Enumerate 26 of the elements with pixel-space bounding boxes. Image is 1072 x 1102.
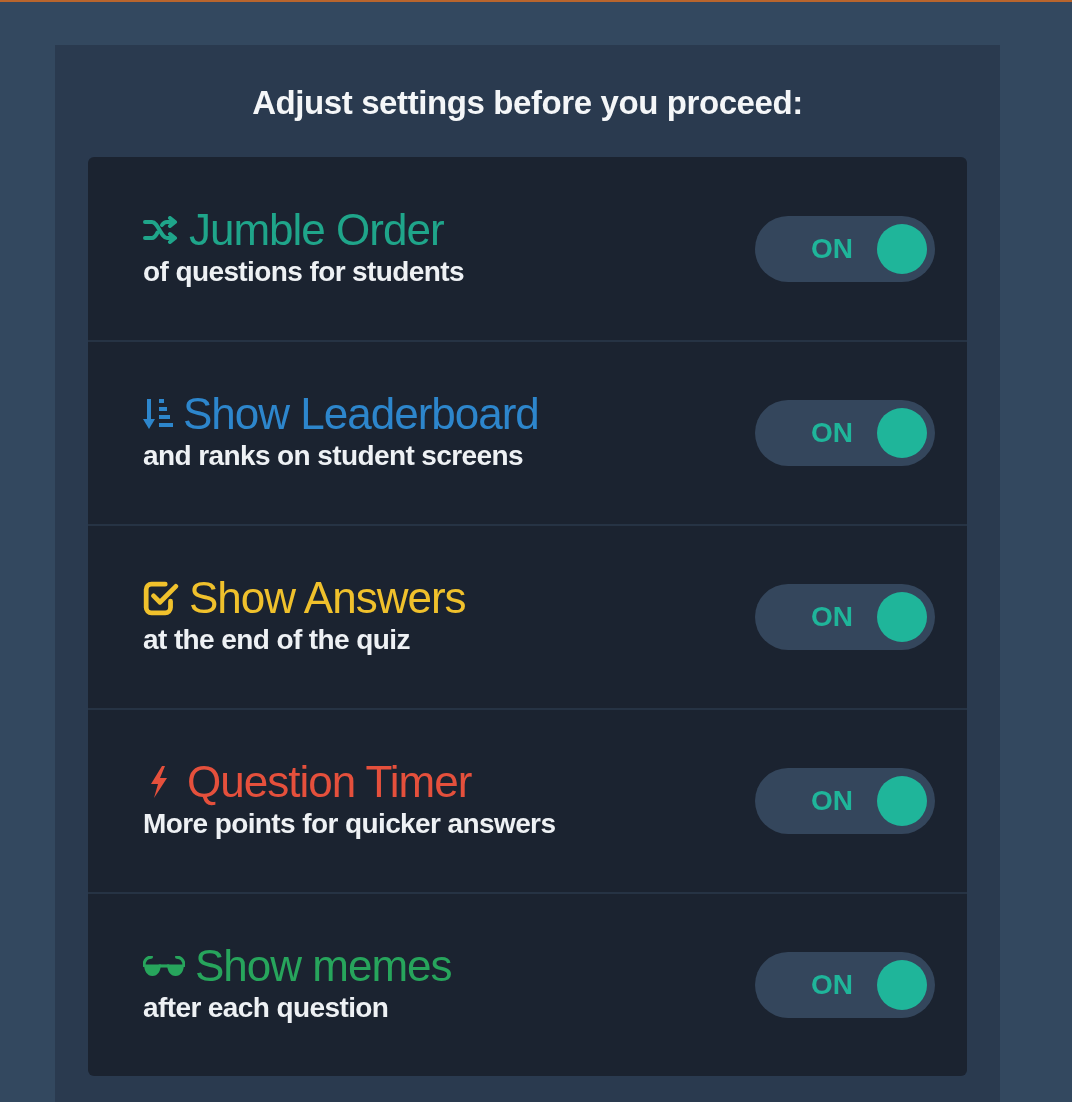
setting-description: More points for quicker answers [143, 807, 556, 841]
toggle-switch[interactable]: ON [755, 215, 935, 282]
setting-description: at the end of the quiz [143, 623, 410, 657]
setting-description: after each question [143, 991, 389, 1025]
checkbox-check-icon [143, 580, 179, 616]
toggle-switch[interactable]: ON [755, 768, 935, 834]
panel-heading: Adjust settings before you proceed: [251, 83, 804, 123]
toggle-switch[interactable]: ON [755, 584, 935, 650]
setting-title: Question Timer [187, 757, 472, 807]
setting-title: Show Leaderboard [183, 389, 539, 439]
setting-title: Show Answers [189, 573, 466, 623]
toggle-switch[interactable]: ON [755, 952, 935, 1018]
toggle-knob-icon [877, 408, 927, 458]
setting-title: Show memes [195, 941, 452, 991]
toggle-knob-icon [877, 960, 927, 1010]
lightning-bolt-icon [149, 766, 169, 798]
toggle-knob-icon [877, 776, 927, 826]
toggle-switch[interactable]: ON [755, 400, 935, 466]
sort-descending-icon [143, 397, 173, 431]
toggle-knob-icon [877, 592, 927, 642]
setting-description: and ranks on student screens [143, 439, 523, 473]
setting-description: of questions for students [143, 254, 464, 289]
shuffle-icon [143, 215, 179, 244]
toggle-knob-icon [877, 223, 927, 274]
setting-title: Jumble Order [189, 204, 444, 255]
sunglasses-icon [143, 955, 185, 977]
